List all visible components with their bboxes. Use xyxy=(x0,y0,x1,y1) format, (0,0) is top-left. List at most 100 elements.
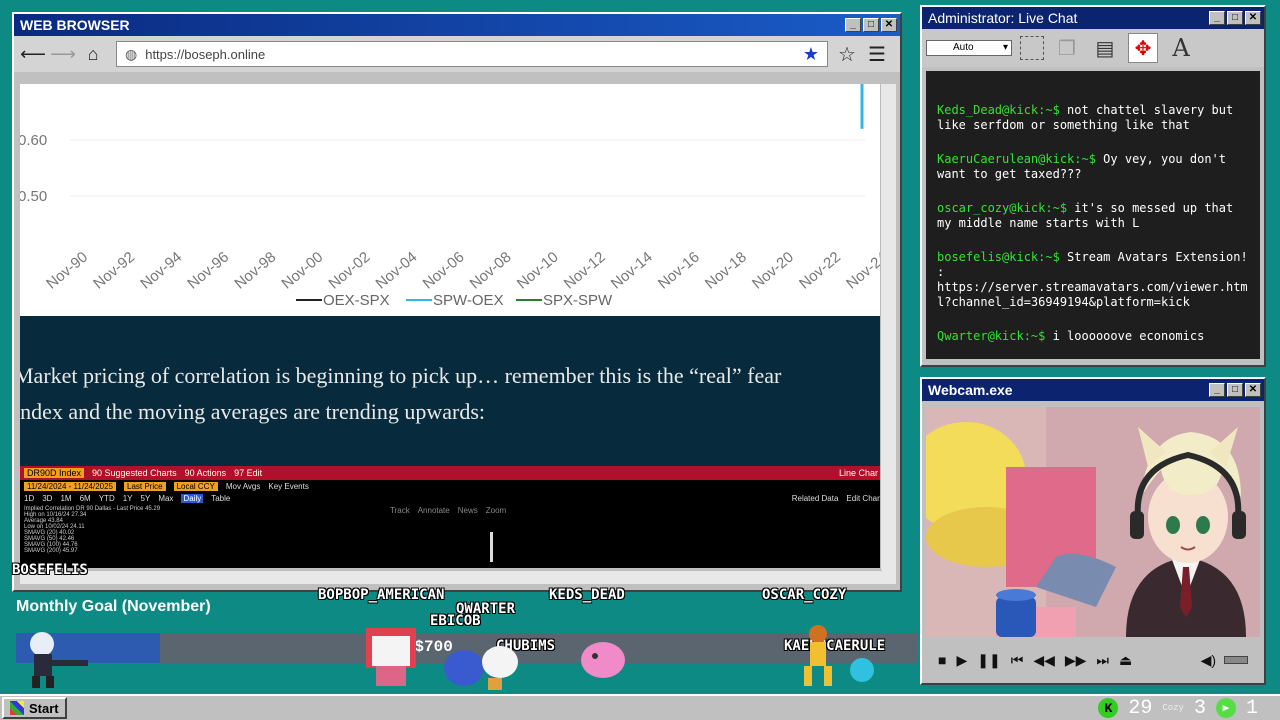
vertical-scrollbar[interactable] xyxy=(880,84,896,584)
chat-username[interactable]: Keds_Dead@kick:~$ xyxy=(937,103,1067,117)
home-icon[interactable]: ⌂ xyxy=(80,41,106,67)
maximize-button[interactable]: □ xyxy=(1227,11,1243,25)
x-tick-label: Nov-22 xyxy=(796,248,844,292)
chat-toolbar: Auto ❐ ▤ ✥ A xyxy=(922,29,1264,67)
y-tick-label: 0.50 xyxy=(20,188,47,205)
webcam-feed xyxy=(926,407,1260,637)
taskbar: Start K 29 Cozy 3 ▶ 1 xyxy=(0,694,1280,720)
chat-message: bosefelis@kick:~$ Stream Avatars Extensi… xyxy=(937,250,1250,310)
back-arrow-icon[interactable]: ⟵ xyxy=(20,41,46,67)
pause-icon[interactable]: ❚❚ xyxy=(977,652,1000,669)
chat-log[interactable]: Keds_Dead@kick:~$ not chattel slavery bu… xyxy=(926,71,1260,359)
x-tick-label: Nov-02 xyxy=(325,248,373,292)
favorites-star-icon[interactable]: ☆ xyxy=(834,41,860,67)
terminal-title-right: Line Char xyxy=(838,468,878,478)
range-8: Max xyxy=(158,493,174,503)
x-tick-label: Nov-18 xyxy=(702,248,750,292)
close-button[interactable]: ✕ xyxy=(881,18,897,32)
chat-username[interactable]: bosefelis@kick:~$ xyxy=(937,250,1067,264)
chat-message: oscar_cozy@kick:~$ it's so messed up tha… xyxy=(937,201,1250,231)
browser-title: WEB BROWSER xyxy=(20,17,130,33)
move-icon[interactable]: ✥ xyxy=(1128,33,1158,63)
start-button[interactable]: Start xyxy=(2,697,67,719)
chat-message: Keds_Dead@kick:~$ not chattel slavery bu… xyxy=(937,103,1250,133)
avatar-sprite xyxy=(366,628,416,686)
eject-icon[interactable]: ⏏ xyxy=(1119,652,1132,669)
play-icon: ▶ xyxy=(1215,698,1236,718)
fast-forward-icon[interactable]: ▶▶ xyxy=(1065,652,1087,669)
terminal-table: Table xyxy=(211,493,231,503)
close-button[interactable]: ✕ xyxy=(1245,383,1261,397)
avatar-name: BOSEFELIS xyxy=(12,562,88,578)
avatar-sprite xyxy=(581,642,625,678)
chat-window: Administrator: Live Chat _ □ ✕ Auto ❐ ▤ … xyxy=(920,5,1266,367)
start-label: Start xyxy=(29,700,59,716)
close-button[interactable]: ✕ xyxy=(1245,11,1261,25)
volume-slider[interactable] xyxy=(1224,656,1248,664)
terminal-row-dates: 11/24/2024 - 11/24/2025 Last Price Local… xyxy=(20,480,882,492)
range-6: 1Y xyxy=(122,493,133,503)
forward-arrow-icon[interactable]: ⟶ xyxy=(50,41,76,67)
chat-text: i loooooove economics xyxy=(1052,329,1205,343)
terminal-menu-3: 97 Edit xyxy=(234,468,263,478)
volume-control[interactable]: ◀) xyxy=(1201,652,1248,669)
skip-forward-icon[interactable]: ⏭ xyxy=(1096,652,1109,669)
skip-back-icon[interactable]: ⏮ xyxy=(1011,652,1024,669)
avatar-name: EBICOB xyxy=(430,613,481,629)
x-tick-label: Nov-16 xyxy=(655,248,703,292)
address-bar[interactable]: ◍ https://boseph.online ★ xyxy=(116,41,828,67)
tool-2: Annotate xyxy=(417,505,450,515)
tool-4: Zoom xyxy=(485,505,507,515)
legend-label: SPW-OEX xyxy=(433,292,504,309)
minimize-button[interactable]: _ xyxy=(845,18,861,32)
terminal-screenshot: DR90D Index 90 Suggested Charts 90 Actio… xyxy=(20,466,882,568)
chat-username[interactable]: oscar_cozy@kick:~$ xyxy=(937,201,1074,215)
correlation-chart: 0.600.50Nov-90 Nov-92 Nov-94 Nov-96 Nov-98 No… xyxy=(20,84,882,309)
horizontal-scrollbar[interactable] xyxy=(20,570,882,584)
x-tick-label: Nov-90 xyxy=(43,248,91,292)
maximize-button[interactable]: □ xyxy=(863,18,879,32)
browser-titlebar[interactable]: WEB BROWSER _ □ ✕ xyxy=(14,14,900,36)
avatar-sprite xyxy=(804,625,874,686)
chat-titlebar[interactable]: Administrator: Live Chat _ □ ✕ xyxy=(922,7,1264,29)
font-icon[interactable]: A xyxy=(1166,33,1196,63)
range-4: 6M xyxy=(79,493,91,503)
range-3: 1M xyxy=(60,493,72,503)
legend-label: OEX-SPX xyxy=(323,292,390,309)
minimize-button[interactable]: _ xyxy=(1209,383,1225,397)
minimize-button[interactable]: _ xyxy=(1209,11,1225,25)
webcam-window: Webcam.exe _ □ ✕ ■ ▶ ❚❚ ⏮ ◀◀ ▶▶ ⏭ ⏏ ◀) xyxy=(920,377,1266,685)
page-viewport[interactable]: 0.60 0.50 Nov-90 Nov-92 Nov-94 Nov-96 Nov-98 No… xyxy=(20,84,882,568)
stop-icon[interactable]: ■ xyxy=(938,652,946,668)
chat-username[interactable]: Qwarter@kick:~$ xyxy=(937,329,1053,343)
play-viewer-count: 3 xyxy=(1193,696,1206,720)
terminal-menu-2: 90 Actions xyxy=(184,468,227,478)
avatar-illustration xyxy=(926,407,1260,637)
menu-icon[interactable]: ☰ xyxy=(864,41,890,67)
terminal-menubar: DR90D Index 90 Suggested Charts 90 Actio… xyxy=(20,466,882,480)
copy-icon[interactable]: ❐ xyxy=(1052,33,1082,63)
chat-title: Administrator: Live Chat xyxy=(928,10,1078,26)
font-size-select[interactable]: Auto xyxy=(926,40,1012,56)
range-5: YTD xyxy=(98,493,115,503)
avatar-name: KEDS_DEAD xyxy=(549,587,625,603)
terminal-menu-1: 90 Suggested Charts xyxy=(92,468,177,478)
tool-1: Track xyxy=(390,505,410,515)
x-tick-label: Nov-00 xyxy=(278,248,326,292)
paste-icon[interactable]: ▤ xyxy=(1090,33,1120,63)
cozy-label: Cozy xyxy=(1162,703,1184,713)
legend-label: SPX-SPW xyxy=(543,292,613,309)
chat-username[interactable]: KaeruCaerulean@kick:~$ xyxy=(937,152,1103,166)
maximize-button[interactable]: □ xyxy=(1227,383,1243,397)
article-line-1: Market pricing of correlation is beginni… xyxy=(20,363,782,388)
terminal-ticker: DR90D Index xyxy=(24,468,85,478)
terminal-edit-chart: Edit Chart xyxy=(846,493,882,503)
avatar-name: OSCAR_COZY xyxy=(762,587,847,603)
range-7: 5Y xyxy=(140,493,151,503)
play-icon[interactable]: ▶ xyxy=(956,652,967,669)
select-icon[interactable] xyxy=(1020,36,1044,60)
bookmark-star-icon[interactable]: ★ xyxy=(803,44,819,65)
rewind-icon[interactable]: ◀◀ xyxy=(1033,652,1055,669)
webcam-titlebar[interactable]: Webcam.exe _ □ ✕ xyxy=(922,379,1264,401)
range-2: 3D xyxy=(42,493,53,503)
